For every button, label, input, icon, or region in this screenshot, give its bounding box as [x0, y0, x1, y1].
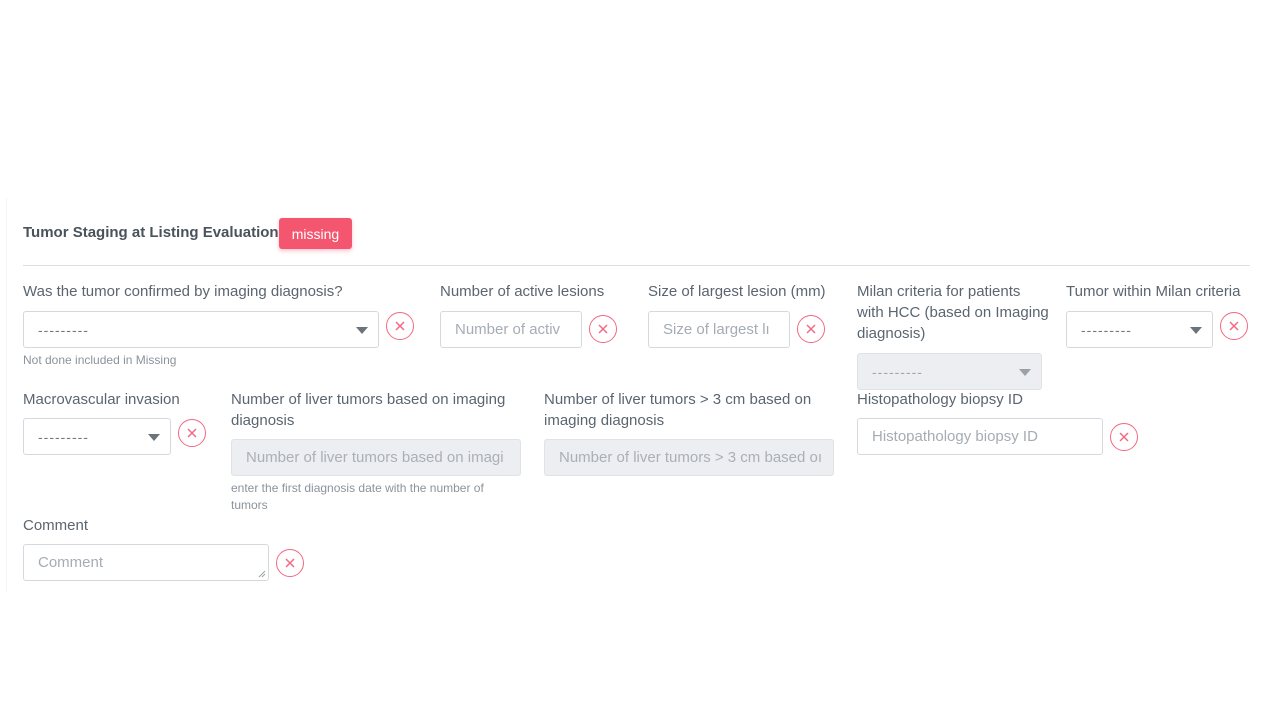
comment-placeholder: Comment [38, 554, 104, 571]
section-title: Tumor Staging at Listing Evaluation [23, 224, 279, 241]
close-icon [285, 558, 295, 568]
clear-within-milan-button[interactable] [1220, 312, 1248, 340]
num-liver-tumors-help-line1: enter the first diagnosis date with the … [231, 481, 484, 495]
milan-hcc-select[interactable]: --------- [857, 353, 1042, 390]
milan-hcc-label-line3: diagnosis) [857, 325, 926, 342]
status-badge: missing [279, 218, 352, 249]
biopsy-id-input[interactable]: Histopathology biopsy ID [857, 418, 1103, 455]
close-icon [1229, 321, 1239, 331]
clear-biopsy-id-button[interactable] [1110, 423, 1138, 451]
num-liver-tumors-3cm-label-line2: imaging diagnosis [544, 412, 665, 429]
chevron-down-icon [148, 434, 160, 441]
milan-hcc-label-line2: with HCC (based on Imaging [857, 304, 1049, 321]
select-value: --------- [872, 363, 923, 380]
num-liver-tumors-input[interactable]: Number of liver tumors based on imagi [231, 439, 521, 476]
chevron-down-icon [1019, 369, 1031, 376]
clear-macrovascular-button[interactable] [178, 419, 206, 447]
within-milan-select[interactable]: --------- [1066, 311, 1213, 348]
clear-active-lesions-button[interactable] [589, 315, 617, 343]
select-value: --------- [38, 428, 89, 445]
active-lesions-input[interactable]: Number of activ [440, 311, 582, 348]
chevron-down-icon [356, 327, 368, 334]
num-liver-tumors-label-line2: diagnosis [231, 412, 295, 429]
num-liver-tumors-label-line1: Number of liver tumors based on imaging [231, 391, 506, 408]
largest-lesion-label: Size of largest lesion (mm) [648, 283, 826, 300]
largest-lesion-input[interactable]: Size of largest lı [648, 311, 790, 348]
clear-largest-lesion-button[interactable] [797, 315, 825, 343]
biopsy-id-label: Histopathology biopsy ID [857, 391, 1023, 408]
chevron-down-icon [1190, 327, 1202, 334]
macrovascular-label: Macrovascular invasion [23, 391, 180, 408]
num-liver-tumors-3cm-label-line1: Number of liver tumors > 3 cm based on [544, 391, 812, 408]
comment-label: Comment [23, 517, 89, 534]
num-liver-tumors-help-line2: tumors [231, 498, 268, 512]
close-icon [395, 321, 405, 331]
clear-imaging-confirmed-button[interactable] [386, 312, 414, 340]
close-icon [187, 428, 197, 438]
close-icon [1119, 432, 1129, 442]
imaging-confirmed-label: Was the tumor confirmed by imaging diagn… [23, 283, 343, 300]
select-value: --------- [1081, 321, 1132, 338]
close-icon [806, 324, 816, 334]
within-milan-label: Tumor within Milan criteria [1066, 283, 1241, 300]
resize-handle-icon[interactable] [258, 570, 266, 578]
active-lesions-label: Number of active lesions [440, 283, 605, 300]
imaging-confirmed-select[interactable]: --------- [23, 311, 379, 348]
imaging-confirmed-help: Not done included in Missing [23, 353, 177, 367]
divider [23, 265, 1250, 266]
select-value: --------- [38, 321, 89, 338]
macrovascular-select[interactable]: --------- [23, 418, 171, 455]
clear-comment-button[interactable] [276, 549, 304, 577]
milan-hcc-label-line1: Milan criteria for patients [857, 283, 1021, 300]
comment-textarea[interactable]: Comment [23, 544, 269, 581]
close-icon [598, 324, 608, 334]
num-liver-tumors-3cm-input[interactable]: Number of liver tumors > 3 cm based oı [544, 439, 834, 476]
